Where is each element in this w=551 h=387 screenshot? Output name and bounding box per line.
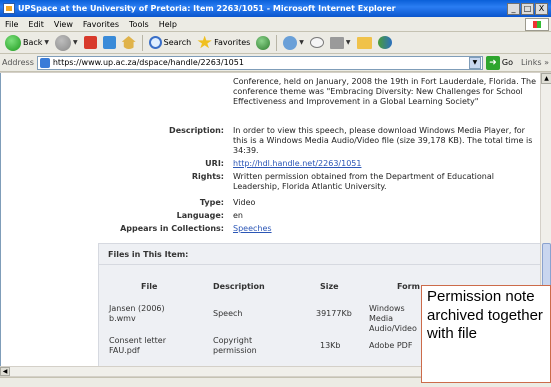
toolbar-separator [276,34,278,51]
print-button[interactable]: ▼ [328,34,353,52]
history-icon [283,35,298,50]
col-size: Size [320,282,339,291]
menu-favorites[interactable]: Favorites [78,20,124,29]
search-button[interactable]: Search [147,34,193,52]
callout-note: Permission note archived together with f… [421,285,551,383]
address-bar: Address ▼ ➜ Go Links » [0,54,551,72]
file-description-2: Copyright permission [213,336,257,355]
favorites-star-icon [197,35,212,49]
address-label: Address [2,58,34,67]
col-description: Description [213,282,265,291]
page-icon [39,57,50,68]
collections-link[interactable]: Speeches [233,224,272,234]
print-icon [329,36,344,49]
favorites-label: Favorites [214,38,251,47]
forward-arrow-icon [55,34,72,51]
minimize-button[interactable]: _ [507,2,520,15]
chevron-down-icon[interactable]: ▼ [73,39,78,46]
stop-button[interactable] [82,34,99,52]
mail-button[interactable] [308,34,326,52]
search-icon [148,36,162,49]
refresh-button[interactable] [101,34,118,52]
refresh-icon [102,36,116,49]
media-icon [256,35,271,50]
media-button[interactable] [254,34,272,52]
col-file: File [141,282,158,291]
forward-button[interactable]: ▼ [53,34,80,52]
menu-view[interactable]: View [49,20,78,29]
window-title: UPSpace at the University of Pretoria: I… [18,4,396,13]
chevron-down-icon[interactable]: ▼ [44,39,49,46]
file-description-1: Speech [213,309,243,318]
go-arrow-icon: ➜ [485,55,500,70]
description-label: Description: [169,126,224,135]
conference-text: Conference, held on January, 2008 the 19… [233,77,537,106]
files-heading: Files in This Item: [108,250,189,259]
standard-toolbar: Back ▼ ▼ Search Favorites ▼ ▼ [0,32,551,54]
close-button[interactable]: X [535,2,548,15]
file-size-2: 13Kb [320,341,341,350]
description-value: In order to view this speech, please dow… [233,126,533,155]
file-name-2[interactable]: Consent letter FAU.pdf [109,336,184,356]
file-name-1[interactable]: Jansen (2006) b.wmv [109,304,179,324]
back-label: Back [23,38,43,47]
folder-button[interactable] [355,34,374,52]
chevron-down-icon[interactable]: ▼ [468,56,481,69]
window-titlebar: UPSpace at the University of Pretoria: I… [0,0,551,17]
rights-label: Rights: [191,172,224,181]
type-label: Type: [199,198,224,207]
ie-app-icon [3,3,15,14]
file-format-1: Windows Media Audio/Video [369,304,417,333]
uri-label: URI: [205,159,224,168]
favorites-button[interactable]: Favorites [195,34,252,52]
messenger-icon [377,36,392,49]
menu-help[interactable]: Help [154,20,182,29]
type-value: Video [233,198,256,207]
file-size-1: 39177Kb [316,309,352,318]
file-format-2: Adobe PDF [369,341,413,350]
maximize-button[interactable]: □ [521,2,534,15]
menu-tools[interactable]: Tools [124,20,154,29]
toolbar-separator [141,34,143,51]
menu-file[interactable]: File [0,20,23,29]
files-divider [99,264,540,265]
windows-logo-icon [525,18,549,31]
messenger-button[interactable] [376,34,394,52]
menu-bar: File Edit View Favorites Tools Help [0,17,551,32]
uri-link[interactable]: http://hdl.handle.net/2263/1051 [233,159,361,169]
mail-icon [309,37,324,48]
back-arrow-icon [5,34,21,51]
search-label: Search [163,38,192,47]
collections-label: Appears in Collections: [120,224,224,233]
chevron-down-icon[interactable]: ▼ [346,39,351,46]
home-button[interactable] [120,34,138,52]
scroll-left-icon[interactable]: ◀ [0,367,10,376]
rights-value: Written permission obtained from the Dep… [233,172,494,191]
stop-icon [83,36,97,49]
go-button[interactable]: ➜ Go [485,55,513,70]
history-button[interactable]: ▼ [281,34,306,52]
language-value: en [233,211,243,220]
folder-icon [356,36,372,49]
address-input[interactable] [52,58,469,67]
col-format: Form [397,282,420,291]
home-icon [121,36,136,49]
scroll-up-icon[interactable]: ▲ [541,73,551,84]
back-button[interactable]: Back ▼ [3,34,51,52]
go-label: Go [501,58,513,67]
language-label: Language: [176,211,224,220]
chevron-down-icon[interactable]: ▼ [299,39,304,46]
address-field[interactable]: ▼ [36,55,483,70]
menu-edit[interactable]: Edit [23,20,49,29]
links-button[interactable]: Links » [521,58,549,67]
